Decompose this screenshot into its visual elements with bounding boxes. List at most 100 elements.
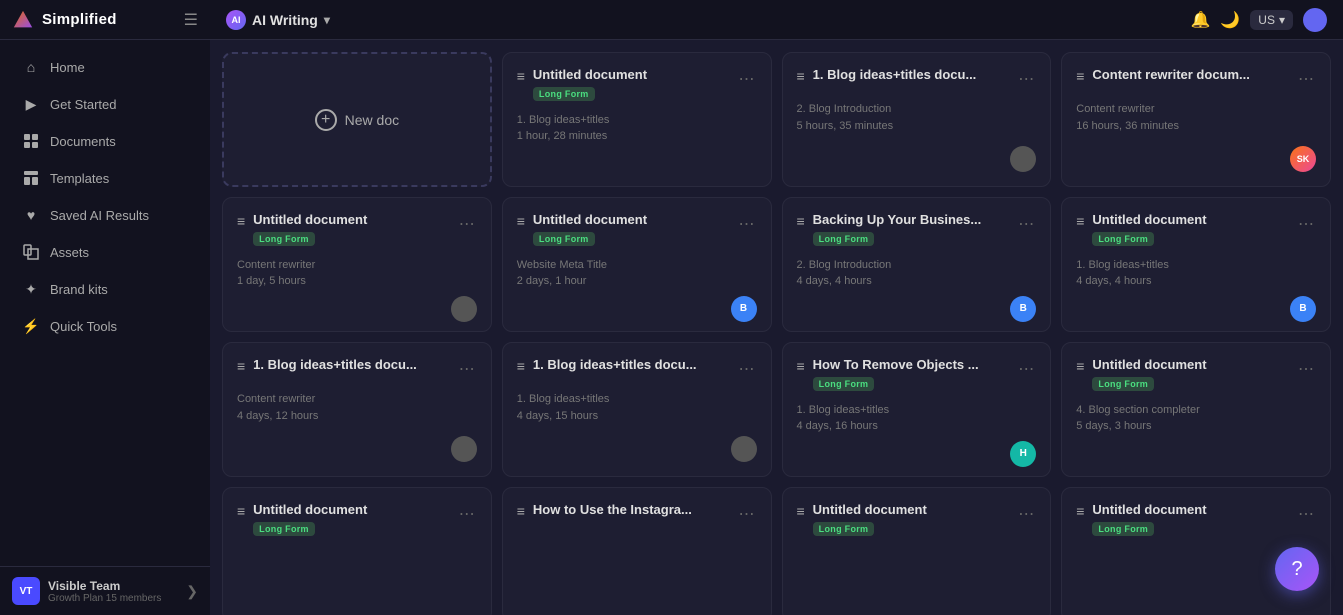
- doc-card-14-header: ≡ Untitled document Long Form ⋯: [797, 502, 1037, 537]
- sidebar-item-get-started[interactable]: ▶ Get Started: [6, 86, 204, 122]
- doc-card-11[interactable]: ≡ Untitled document Long Form ⋯ 4. Blog …: [1061, 342, 1331, 477]
- doc-card-2[interactable]: ≡ 1. Blog ideas+titles docu... ⋯ 2. Blog…: [782, 52, 1052, 187]
- doc-card-7[interactable]: ≡ Untitled document Long Form ⋯ 1. Blog …: [1061, 197, 1331, 332]
- sidebar-toggle-icon[interactable]: ☰: [184, 10, 198, 30]
- sidebar-header: Simplified ☰: [0, 0, 210, 40]
- team-avatar: VT: [12, 577, 40, 605]
- sidebar-item-documents[interactable]: Documents: [6, 123, 204, 159]
- doc-card-7-header: ≡ Untitled document Long Form ⋯: [1076, 212, 1316, 247]
- doc-card-1-header: ≡ Untitled document Long Form ⋯: [517, 67, 757, 102]
- doc-4-title-area: Untitled document Long Form: [253, 212, 449, 247]
- doc-card-9[interactable]: ≡ 1. Blog ideas+titles docu... ⋯ 1. Blog…: [502, 342, 772, 477]
- sidebar-item-home[interactable]: ⌂ Home: [6, 49, 204, 85]
- doc-8-title-area: 1. Blog ideas+titles docu...: [253, 357, 449, 374]
- doc-11-title-area: Untitled document Long Form: [1092, 357, 1288, 392]
- doc-6-menu-icon[interactable]: ⋯: [1016, 212, 1036, 236]
- doc-4-menu-icon[interactable]: ⋯: [457, 212, 477, 236]
- assets-icon: [22, 243, 40, 261]
- doc-9-avatar: [731, 436, 757, 462]
- sidebar-item-quick-tools[interactable]: ⚡ Quick Tools: [6, 308, 204, 344]
- saved-ai-icon: ♥: [22, 206, 40, 224]
- doc-2-meta-line1: 2. Blog Introduction: [797, 101, 1037, 118]
- doc-9-meta-line2: 4 days, 15 hours: [517, 408, 757, 425]
- doc-card-3[interactable]: ≡ Content rewriter docum... ⋯ Content re…: [1061, 52, 1331, 187]
- doc-14-title: Untitled document: [813, 502, 993, 519]
- sidebar-item-documents-label: Documents: [50, 134, 116, 149]
- doc-5-meta: Website Meta Title 2 days, 1 hour: [517, 257, 757, 290]
- doc-6-footer: B: [797, 296, 1037, 322]
- notification-icon[interactable]: 🔔: [1190, 10, 1210, 30]
- doc-1-meta-line2: 1 hour, 28 minutes: [517, 128, 757, 145]
- sidebar-item-assets[interactable]: Assets: [6, 234, 204, 270]
- doc-card-13-header: ≡ How to Use the Instagra... ⋯: [517, 502, 757, 526]
- doc-card-8[interactable]: ≡ 1. Blog ideas+titles docu... ⋯ Content…: [222, 342, 492, 477]
- doc-5-badge: Long Form: [533, 232, 595, 246]
- doc-15-file-icon: ≡: [1076, 503, 1084, 519]
- doc-13-menu-icon[interactable]: ⋯: [737, 502, 757, 526]
- doc-1-badge: Long Form: [533, 87, 595, 101]
- sidebar-item-templates[interactable]: Templates: [6, 160, 204, 196]
- doc-card-6[interactable]: ≡ Backing Up Your Busines... Long Form ⋯…: [782, 197, 1052, 332]
- doc-13-title: How to Use the Instagra...: [533, 502, 713, 519]
- fab-button[interactable]: ?: [1275, 547, 1319, 591]
- team-name: Visible Team: [48, 579, 178, 593]
- doc-15-menu-icon[interactable]: ⋯: [1296, 502, 1316, 526]
- sidebar-item-brand-kits[interactable]: ✦ Brand kits: [6, 271, 204, 307]
- doc-10-title-area: How To Remove Objects ... Long Form: [813, 357, 1009, 392]
- doc-3-meta-line1: Content rewriter: [1076, 101, 1316, 118]
- doc-card-14[interactable]: ≡ Untitled document Long Form ⋯: [782, 487, 1052, 615]
- doc-11-meta: 4. Blog section completer 5 days, 3 hour…: [1076, 402, 1316, 462]
- doc-8-menu-icon[interactable]: ⋯: [457, 357, 477, 381]
- sidebar-nav: ⌂ Home ▶ Get Started Documents: [0, 40, 210, 566]
- sidebar-item-saved-ai[interactable]: ♥ Saved AI Results: [6, 197, 204, 233]
- doc-3-meta-line2: 16 hours, 36 minutes: [1076, 118, 1316, 135]
- doc-4-meta-line1: Content rewriter: [237, 257, 477, 274]
- doc-12-menu-icon[interactable]: ⋯: [457, 502, 477, 526]
- doc-5-menu-icon[interactable]: ⋯: [737, 212, 757, 236]
- topbar-chevron-icon[interactable]: ▾: [324, 13, 330, 27]
- footer-expand-icon[interactable]: ❯: [186, 583, 198, 600]
- user-chevron-icon: ▾: [1279, 13, 1285, 27]
- doc-2-title: 1. Blog ideas+titles docu...: [813, 67, 993, 84]
- sidebar-item-home-label: Home: [50, 60, 85, 75]
- doc-9-menu-icon[interactable]: ⋯: [737, 357, 757, 381]
- doc-11-menu-icon[interactable]: ⋯: [1296, 357, 1316, 381]
- user-menu[interactable]: US ▾: [1250, 10, 1293, 30]
- doc-6-title-area: Backing Up Your Busines... Long Form: [813, 212, 1009, 247]
- doc-card-1[interactable]: ≡ Untitled document Long Form ⋯ 1. Blog …: [502, 52, 772, 187]
- user-avatar[interactable]: [1303, 8, 1327, 32]
- doc-7-menu-icon[interactable]: ⋯: [1296, 212, 1316, 236]
- doc-4-file-icon: ≡: [237, 213, 245, 229]
- doc-6-meta: 2. Blog Introduction 4 days, 4 hours: [797, 257, 1037, 290]
- doc-1-menu-icon[interactable]: ⋯: [737, 67, 757, 91]
- doc-6-badge: Long Form: [813, 232, 875, 246]
- documents-grid: + New doc ≡ Untitled document Long Form …: [210, 40, 1343, 615]
- dark-mode-icon[interactable]: 🌙: [1220, 10, 1240, 30]
- doc-card-13[interactable]: ≡ How to Use the Instagra... ⋯: [502, 487, 772, 615]
- doc-3-menu-icon[interactable]: ⋯: [1296, 67, 1316, 91]
- doc-card-15-header: ≡ Untitled document Long Form ⋯: [1076, 502, 1316, 537]
- doc-card-8-header: ≡ 1. Blog ideas+titles docu... ⋯: [237, 357, 477, 381]
- doc-1-title: Untitled document: [533, 67, 713, 84]
- topbar-title-area: AI AI Writing ▾: [226, 10, 330, 30]
- sidebar-item-saved-ai-label: Saved AI Results: [50, 208, 149, 223]
- sidebar-item-templates-label: Templates: [50, 171, 109, 186]
- doc-card-10[interactable]: ≡ How To Remove Objects ... Long Form ⋯ …: [782, 342, 1052, 477]
- doc-10-menu-icon[interactable]: ⋯: [1016, 357, 1036, 381]
- topbar-title-label: AI Writing: [252, 12, 318, 28]
- doc-6-meta-line2: 4 days, 4 hours: [797, 273, 1037, 290]
- doc-card-4[interactable]: ≡ Untitled document Long Form ⋯ Content …: [222, 197, 492, 332]
- doc-2-avatar: [1010, 146, 1036, 172]
- doc-3-footer: SK: [1076, 146, 1316, 172]
- new-doc-button[interactable]: + New doc: [222, 52, 492, 187]
- doc-card-12[interactable]: ≡ Untitled document Long Form ⋯: [222, 487, 492, 615]
- doc-card-3-header: ≡ Content rewriter docum... ⋯: [1076, 67, 1316, 91]
- logo-text: Simplified: [42, 11, 117, 28]
- doc-14-menu-icon[interactable]: ⋯: [1016, 502, 1036, 526]
- doc-15-title-area: Untitled document Long Form: [1092, 502, 1288, 537]
- doc-card-5[interactable]: ≡ Untitled document Long Form ⋯ Website …: [502, 197, 772, 332]
- doc-card-6-header: ≡ Backing Up Your Busines... Long Form ⋯: [797, 212, 1037, 247]
- doc-2-menu-icon[interactable]: ⋯: [1016, 67, 1036, 91]
- doc-card-4-header: ≡ Untitled document Long Form ⋯: [237, 212, 477, 247]
- sidebar-item-assets-label: Assets: [50, 245, 89, 260]
